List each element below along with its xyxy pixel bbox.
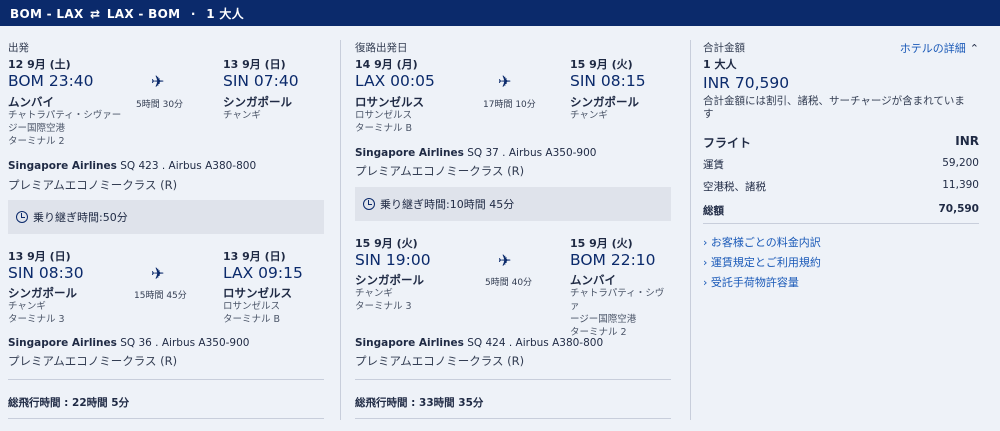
dep-airport: チャンギ ターミナル 3 [8, 301, 65, 325]
layover-panel: 乗り継ぎ時間:50分 [8, 200, 324, 234]
column-divider [340, 40, 341, 420]
airline-info: Singapore Airlines SQ 423 . Airbus A380-… [8, 160, 257, 172]
dep-city: ムンバイ [8, 95, 54, 109]
dep-city: シンガポール [355, 273, 424, 287]
tax-row: 空港税、諸税 11,390 [703, 179, 979, 193]
layover-panel: 乗り継ぎ時間:10時間 45分 [355, 187, 671, 221]
arr-city: シンガポール [223, 95, 292, 109]
total-flight-time: 総飛行時間 : 22時間 5分 [8, 397, 130, 409]
arr-city: ムンバイ [570, 273, 616, 287]
itinerary-header: BOM - LAX ⇄ LAX - BOM · 1 大人 [0, 0, 1000, 26]
plane-icon: ✈ [151, 264, 165, 283]
arr-airport: チャトラパティ・シヴァ ージー国際空港 ターミナル 2 [570, 288, 665, 338]
price-note: 合計金額には割引、諸税、サーチャージが含まれていま す [703, 95, 965, 120]
dep-city: シンガポール [8, 286, 77, 300]
dep-date: 12 9月 (土) [8, 58, 71, 71]
flight-duration: 15時間 45分 [134, 291, 187, 301]
clock-icon [16, 211, 28, 223]
fare-row: 運賃 59,200 [703, 157, 979, 171]
dep-time: BOM 23:40 [8, 72, 94, 90]
passenger-count: 1 大人 [206, 7, 244, 21]
flight-duration: 5時間 40分 [485, 278, 533, 288]
dep-date: 13 9月 (日) [8, 250, 71, 263]
flight-duration: 5時間 30分 [136, 100, 184, 110]
return-column: 復路出発日 14 9月 (月) LAX 00:05 ロサンゼルス ロサンゼルス … [355, 34, 671, 424]
fare-breakdown-link[interactable]: › お客様ごとの料金内訳 [703, 234, 821, 250]
outbound-label: 出発 [8, 42, 29, 54]
layover-time: 乗り継ぎ時間:50分 [33, 211, 128, 224]
fare-rules-link[interactable]: › 運賃規定とご利用規約 [703, 254, 821, 270]
arr-date: 13 9月 (日) [223, 58, 286, 71]
baggage-link[interactable]: › 受託手荷物許容量 [703, 274, 799, 290]
divider [8, 379, 324, 380]
airline-info: Singapore Airlines SQ 37 . Airbus A350-9… [355, 147, 597, 159]
flight-duration: 17時間 10分 [483, 100, 536, 110]
plane-icon: ✈ [151, 72, 165, 91]
separator: · [190, 7, 196, 21]
total-row: 総額 70,590 [703, 203, 979, 217]
price-summary: 合計金額 ホテルの詳細 ⌃ 1 大人 INR 70,590 合計金額には割引、諸税… [703, 34, 983, 414]
route-outbound: BOM - LAX [10, 7, 84, 21]
arr-city: ロサンゼルス [223, 286, 292, 300]
plane-icon: ✈ [498, 251, 512, 270]
column-divider [690, 40, 691, 420]
total-amount: INR 70,590 [703, 74, 790, 92]
dep-date: 15 9月 (火) [355, 237, 418, 250]
dep-date: 14 9月 (月) [355, 58, 418, 71]
total-flight-time: 総飛行時間 : 33時間 35分 [355, 397, 484, 409]
arr-city: シンガポール [570, 95, 639, 109]
total-label: 合計金額 [703, 42, 745, 54]
clock-icon [363, 198, 375, 210]
cabin-class: プレミアムエコノミークラス (R) [8, 178, 178, 192]
arr-time: SIN 07:40 [223, 72, 299, 90]
divider [8, 418, 324, 419]
airline-info: Singapore Airlines SQ 36 . Airbus A350-9… [8, 337, 250, 349]
dep-airport: チャトラパティ・シヴァー ジー国際空港 ターミナル 2 [8, 110, 122, 147]
arr-date: 15 9月 (火) [570, 237, 633, 250]
cabin-class: プレミアムエコノミークラス (R) [8, 354, 178, 368]
arr-date: 15 9月 (火) [570, 58, 633, 71]
divider [703, 223, 979, 224]
outbound-column: 出発 12 9月 (土) BOM 23:40 ムンバイ チャトラパティ・シヴァー… [8, 34, 324, 424]
dep-time: LAX 00:05 [355, 72, 435, 90]
arr-time: SIN 08:15 [570, 72, 646, 90]
chevron-right-icon: › [703, 236, 708, 249]
layover-time: 乗り継ぎ時間:10時間 45分 [380, 198, 515, 211]
chevron-up-icon: ⌃ [969, 42, 979, 55]
arr-airport: チャンギ [570, 110, 608, 121]
arr-airport: ロサンゼルス ターミナル B [223, 301, 281, 325]
arr-date: 13 9月 (日) [223, 250, 286, 263]
chevron-right-icon: › [703, 256, 708, 269]
dep-time: SIN 19:00 [355, 251, 431, 269]
dep-city: ロサンゼルス [355, 95, 424, 109]
chevron-right-icon: › [703, 276, 708, 289]
plane-icon: ✈ [498, 72, 512, 91]
dep-time: SIN 08:30 [8, 264, 84, 282]
arr-airport: チャンギ [223, 110, 261, 121]
divider [355, 379, 671, 380]
cabin-class: プレミアムエコノミークラス (R) [355, 164, 525, 178]
dep-airport: ロサンゼルス ターミナル B [355, 110, 413, 134]
route-return: LAX - BOM [106, 7, 181, 21]
return-label: 復路出発日 [355, 42, 408, 54]
divider [355, 418, 671, 419]
passenger-count: 1 大人 [703, 58, 737, 71]
dep-airport: チャンギ ターミナル 3 [355, 288, 412, 312]
arr-time: BOM 22:10 [570, 251, 656, 269]
cabin-class: プレミアムエコノミークラス (R) [355, 354, 525, 368]
swap-icon: ⇄ [90, 7, 101, 21]
arr-time: LAX 09:15 [223, 264, 303, 282]
airline-info: Singapore Airlines SQ 424 . Airbus A380-… [355, 337, 604, 349]
hotel-details-link[interactable]: ホテルの詳細 ⌃ [900, 40, 979, 56]
flight-row: フライト INR [703, 134, 979, 150]
